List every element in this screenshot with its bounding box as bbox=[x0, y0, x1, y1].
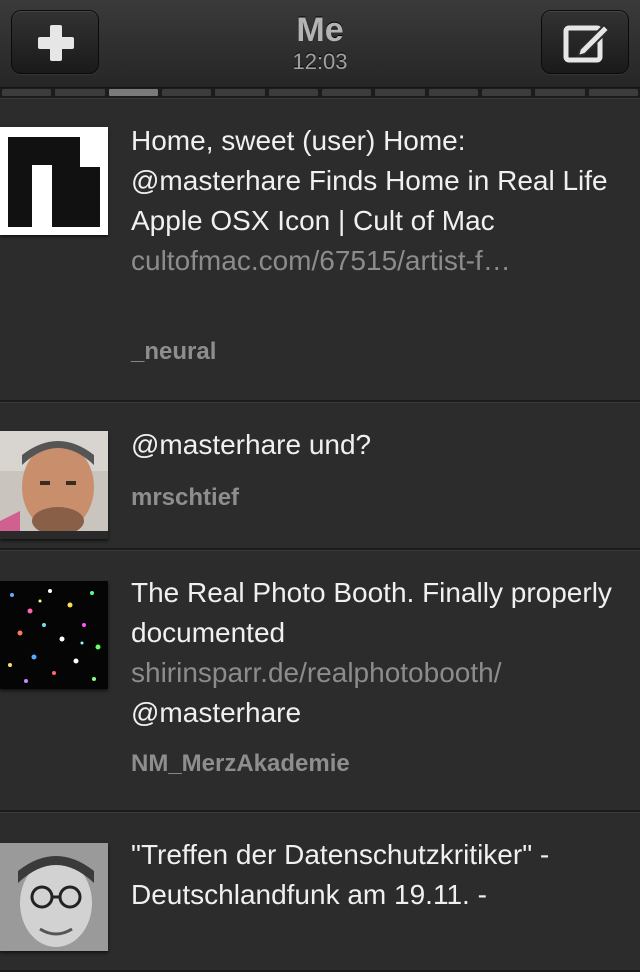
tweet-body: @masterhare und? bbox=[131, 429, 372, 460]
page-dot[interactable] bbox=[481, 89, 532, 96]
compose-button[interactable] bbox=[541, 10, 629, 74]
tweet-cell[interactable]: @masterhare und? mrschtief bbox=[0, 402, 640, 550]
page-dot-active[interactable] bbox=[108, 89, 158, 96]
page-indicator bbox=[0, 88, 640, 98]
page-dot[interactable] bbox=[2, 89, 52, 96]
clock-time: 12:03 bbox=[292, 49, 348, 74]
tweet-author[interactable]: mrschtief bbox=[131, 483, 239, 513]
tweet-text: @masterhare und? bbox=[131, 425, 626, 465]
page-dot[interactable] bbox=[215, 89, 265, 96]
page-dot[interactable] bbox=[588, 89, 638, 96]
tweet-cell[interactable]: Home, sweet (user) Home: @masterhare Fin… bbox=[0, 98, 640, 402]
page-dot[interactable] bbox=[161, 89, 212, 96]
tweet-text: "Treffen der Datenschutzkritiker" - Deut… bbox=[131, 835, 626, 915]
navigation-bar: Me 12:03 bbox=[0, 0, 640, 88]
page-dot[interactable] bbox=[375, 89, 425, 96]
page-dot[interactable] bbox=[535, 89, 585, 96]
page-dot[interactable] bbox=[321, 89, 372, 96]
tweet-body: Home, sweet (user) Home: @masterhare Fin… bbox=[131, 125, 608, 236]
page-dot[interactable] bbox=[428, 89, 478, 96]
starfield-avatar[interactable] bbox=[0, 581, 108, 689]
page-dot[interactable] bbox=[268, 89, 318, 96]
add-account-button[interactable] bbox=[11, 10, 99, 74]
man-with-glasses-avatar[interactable] bbox=[0, 843, 108, 951]
compose-icon bbox=[563, 23, 611, 63]
page-dot[interactable] bbox=[55, 89, 105, 96]
tweet-body: "Treffen der Datenschutzkritiker" - Deut… bbox=[131, 839, 550, 910]
tweet-cell[interactable]: The Real Photo Booth. Finally properly d… bbox=[0, 550, 640, 812]
tweet-body: The Real Photo Booth. Finally properly d… bbox=[131, 577, 612, 648]
tweet-author[interactable]: _neural bbox=[131, 337, 216, 367]
tweet-body-mention[interactable]: @masterhare bbox=[131, 697, 301, 728]
tweet-cell[interactable]: "Treffen der Datenschutzkritiker" - Deut… bbox=[0, 812, 640, 972]
black-white-logo-avatar[interactable] bbox=[0, 127, 108, 235]
bald-man-avatar[interactable] bbox=[0, 431, 108, 539]
tweet-link[interactable]: cultofmac.com/67515/artist-f… bbox=[131, 245, 511, 276]
tweet-text: The Real Photo Booth. Finally properly d… bbox=[131, 573, 626, 733]
tweet-author[interactable]: NM_MerzAkademie bbox=[131, 749, 350, 779]
page-title: Me bbox=[296, 11, 344, 49]
plus-icon bbox=[38, 25, 74, 61]
tweet-link[interactable]: shirinsparr.de/realphotobooth/ bbox=[131, 657, 501, 688]
tweet-text: Home, sweet (user) Home: @masterhare Fin… bbox=[131, 121, 626, 281]
timeline: Home, sweet (user) Home: @masterhare Fin… bbox=[0, 98, 640, 972]
